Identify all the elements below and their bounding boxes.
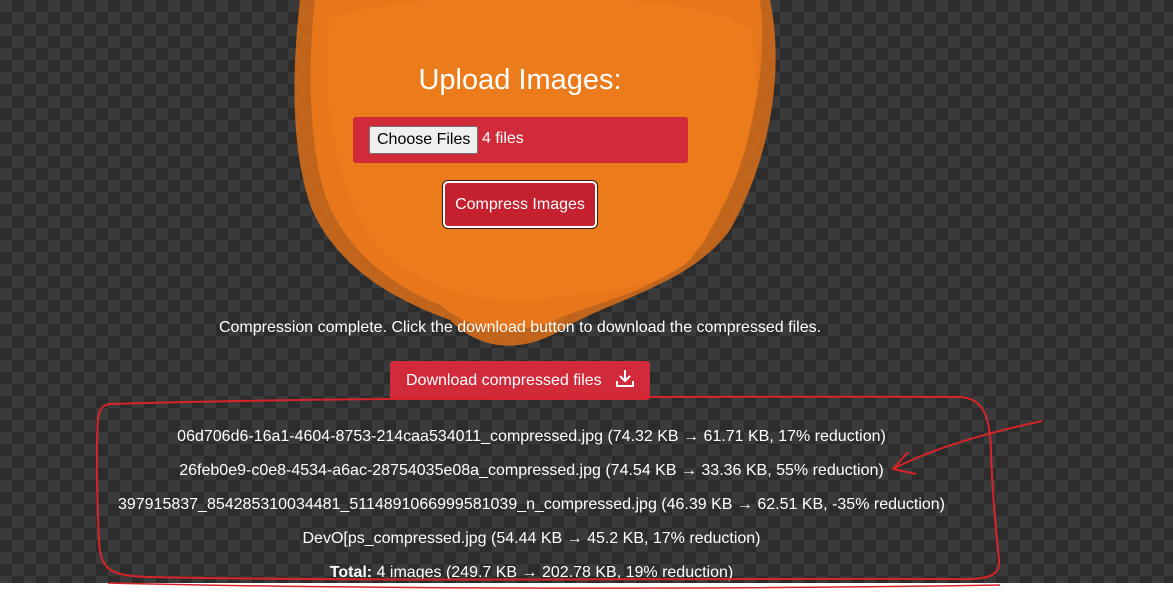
choose-files-button[interactable]: Choose Files [369, 126, 479, 154]
compress-images-button[interactable]: Compress Images [443, 181, 597, 228]
result-item: 397915837_854285310034481_51148910669995… [117, 496, 946, 513]
result-item: 06d706d6-16a1-4604-8753-214caa534011_com… [177, 428, 886, 445]
total-summary: Total: 4 images (249.7 KB → 202.78 KB, 1… [0, 562, 1063, 596]
file-input-bar[interactable]: Choose Files 4 files [353, 117, 688, 163]
results-list: 06d706d6-16a1-4604-8753-214caa534011_com… [0, 426, 1063, 596]
download-icon [616, 369, 634, 394]
orange-blob-decoration [294, 0, 776, 346]
upload-title: Upload Images: [418, 64, 622, 96]
status-message: Compression complete. Click the download… [218, 319, 822, 336]
result-item: DevO[ps_compressed.jpg (54.44 KB → 45.2 … [302, 530, 761, 547]
download-compressed-button[interactable]: Download compressed files [390, 361, 650, 400]
download-button-label: Download compressed files [406, 372, 602, 389]
total-label: Total: [329, 564, 373, 581]
total-text: 4 images (249.7 KB → 202.78 KB, 19% redu… [372, 564, 734, 581]
files-selected-label: 4 files [482, 130, 524, 147]
result-item: 26feb0e9-c0e8-4534-a6ac-28754035e08a_com… [179, 462, 884, 479]
